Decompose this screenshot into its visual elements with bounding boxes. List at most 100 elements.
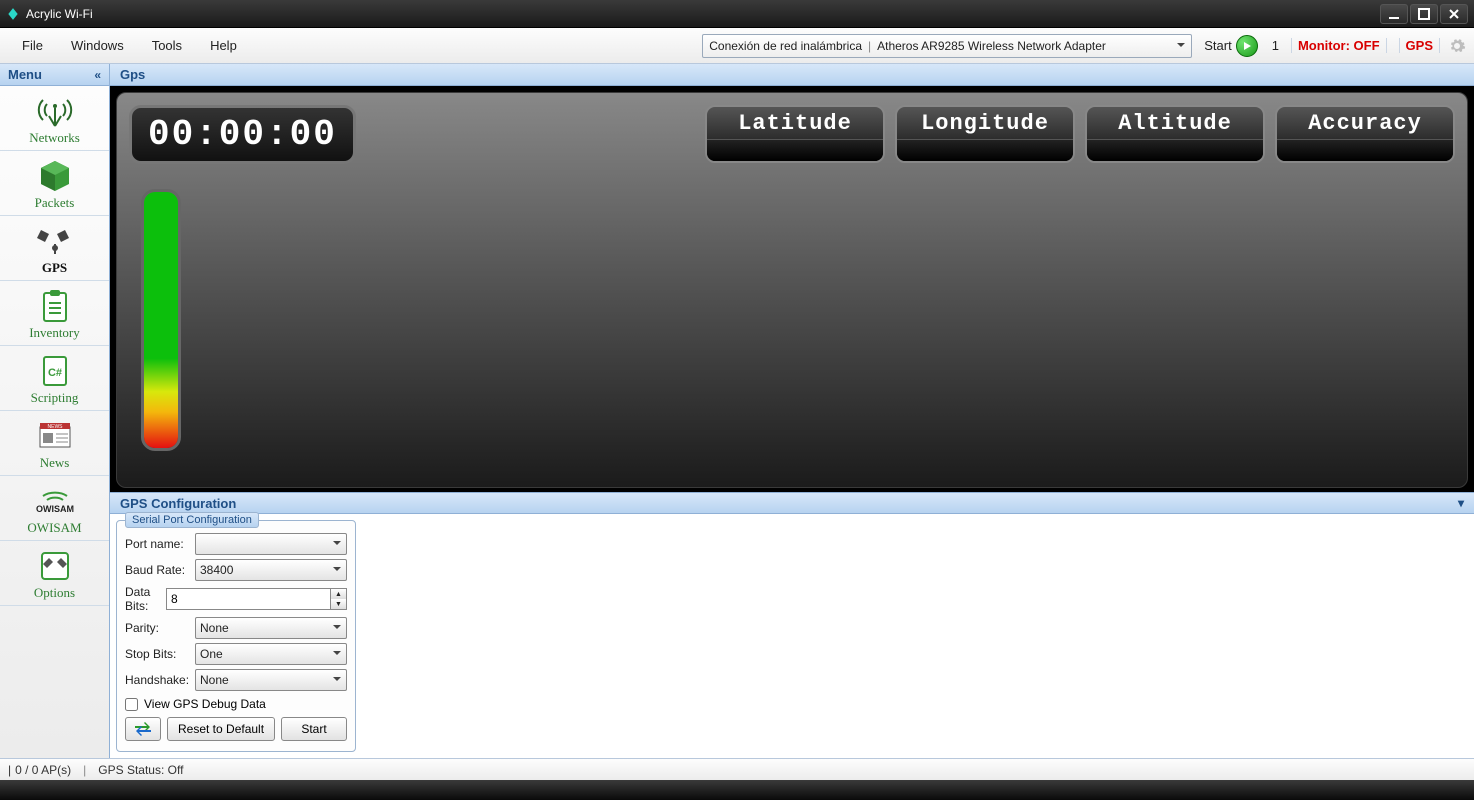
gps-config-body: Serial Port Configuration Port name: Bau…: [110, 514, 1474, 758]
start-label: Start: [1204, 38, 1231, 53]
maximize-button[interactable]: [1410, 4, 1438, 24]
port-name-select[interactable]: [195, 533, 347, 555]
spin-up-button[interactable]: ▲: [331, 589, 346, 599]
sidebar-item-label: Inventory: [2, 325, 107, 341]
owisam-icon: OWISAM: [2, 482, 107, 520]
chevron-down-icon: [331, 563, 343, 578]
gps-longitude-box: Longitude: [895, 105, 1075, 163]
data-bits-label: Data Bits:: [125, 585, 166, 613]
spin-down-button[interactable]: ▼: [331, 599, 346, 609]
sidebar-header-label: Menu: [8, 67, 42, 82]
coord-label: Altitude: [1087, 107, 1263, 139]
menu-help[interactable]: Help: [196, 34, 251, 57]
sidebar-item-news[interactable]: NEWS News: [0, 411, 109, 476]
sidebar-item-packets[interactable]: Packets: [0, 151, 109, 216]
start-button[interactable]: [1236, 35, 1258, 57]
svg-text:OWISAM: OWISAM: [36, 504, 74, 514]
tools-icon: [2, 547, 107, 585]
handshake-label: Handshake:: [125, 673, 195, 687]
sidebar-item-label: Packets: [2, 195, 107, 211]
code-file-icon: C#: [2, 352, 107, 390]
baud-rate-label: Baud Rate:: [125, 563, 195, 577]
gps-config-header: GPS Configuration ▾: [110, 492, 1474, 514]
sidebar-item-scripting[interactable]: C# Scripting: [0, 346, 109, 411]
sidebar-item-label: Scripting: [2, 390, 107, 406]
port-name-label: Port name:: [125, 537, 195, 551]
sidebar-item-networks[interactable]: Networks: [0, 86, 109, 151]
window-title: Acrylic Wi-Fi: [26, 7, 93, 21]
menu-windows[interactable]: Windows: [57, 34, 138, 57]
gps-toggle[interactable]: GPS: [1399, 38, 1440, 53]
collapse-panel-button[interactable]: ▾: [1458, 496, 1464, 510]
content-header: Gps: [110, 64, 155, 85]
sidebar-header: Menu «: [0, 64, 110, 85]
app-icon: [6, 7, 20, 21]
close-button[interactable]: [1440, 4, 1468, 24]
stop-bits-select[interactable]: One: [195, 643, 347, 665]
data-bits-spinner[interactable]: ▲ ▼: [166, 588, 347, 610]
toolbar-count: 1: [1272, 38, 1279, 53]
refresh-ports-button[interactable]: [125, 717, 161, 741]
coord-label: Longitude: [897, 107, 1073, 139]
status-aps: 0 / 0 AP(s): [15, 763, 71, 777]
gps-display-panel: 00:00:00 Latitude Longitude Altitude: [116, 92, 1468, 488]
menu-file[interactable]: File: [8, 34, 57, 57]
stop-bits-label: Stop Bits:: [125, 647, 195, 661]
content-area: 00:00:00 Latitude Longitude Altitude: [110, 86, 1474, 758]
news-icon: NEWS: [2, 417, 107, 455]
fieldset-legend: Serial Port Configuration: [125, 512, 259, 528]
select-value: One: [200, 647, 223, 661]
panel-header-strip: Menu « Gps: [0, 64, 1474, 86]
adapter-select[interactable]: Conexión de red inalámbrica | Atheros AR…: [702, 34, 1192, 58]
monitor-status[interactable]: Monitor: OFF: [1291, 38, 1387, 53]
status-bar: | 0 / 0 AP(s) | GPS Status: Off: [0, 758, 1474, 780]
signal-gradient: [144, 192, 178, 448]
clipboard-icon: [2, 287, 107, 325]
gps-signal-meter: [141, 189, 181, 451]
chevron-down-icon: [331, 537, 343, 552]
title-bar: Acrylic Wi-Fi: [0, 0, 1474, 28]
sidebar-item-inventory[interactable]: Inventory: [0, 281, 109, 346]
view-debug-checkbox[interactable]: [125, 698, 138, 711]
taskbar: [0, 780, 1474, 800]
content-header-label: Gps: [120, 67, 145, 82]
package-icon: [2, 157, 107, 195]
data-bits-input[interactable]: [166, 588, 331, 610]
reset-default-button[interactable]: Reset to Default: [167, 717, 275, 741]
gps-timer-value: 00:00:00: [148, 114, 337, 155]
coord-label: Accuracy: [1277, 107, 1453, 139]
status-gps: GPS Status: Off: [98, 763, 183, 777]
sidebar-item-label: OWISAM: [2, 520, 107, 536]
handshake-select[interactable]: None: [195, 669, 347, 691]
chevron-down-icon: [331, 621, 343, 636]
select-value: None: [200, 621, 229, 635]
select-value: None: [200, 673, 229, 687]
gps-start-button[interactable]: Start: [281, 717, 347, 741]
chevron-down-icon: [331, 673, 343, 688]
gear-icon[interactable]: [1448, 37, 1466, 55]
view-debug-label: View GPS Debug Data: [144, 697, 266, 711]
menu-bar: File Windows Tools Help Conexión de red …: [0, 28, 1474, 64]
sidebar-item-gps[interactable]: GPS: [0, 216, 109, 281]
coord-value: [707, 139, 883, 161]
parity-select[interactable]: None: [195, 617, 347, 639]
gps-altitude-box: Altitude: [1085, 105, 1265, 163]
sidebar-collapse-button[interactable]: «: [94, 68, 101, 82]
sidebar-item-owisam[interactable]: OWISAM OWISAM: [0, 476, 109, 541]
sidebar-item-label: Options: [2, 585, 107, 601]
sidebar-item-label: Networks: [2, 130, 107, 146]
gps-config-title: GPS Configuration: [120, 496, 236, 511]
sidebar-item-label: News: [2, 455, 107, 471]
baud-rate-select[interactable]: 38400: [195, 559, 347, 581]
coord-value: [1277, 139, 1453, 161]
svg-text:NEWS: NEWS: [47, 424, 63, 430]
gps-timer: 00:00:00: [129, 105, 356, 164]
sidebar-item-options[interactable]: Options: [0, 541, 109, 606]
coord-label: Latitude: [707, 107, 883, 139]
menu-tools[interactable]: Tools: [138, 34, 196, 57]
chevron-down-icon: [1175, 39, 1187, 54]
minimize-button[interactable]: [1380, 4, 1408, 24]
gps-accuracy-box: Accuracy: [1275, 105, 1455, 163]
adapter-connection: Conexión de red inalámbrica: [709, 39, 862, 53]
satellite-icon: [2, 222, 107, 260]
